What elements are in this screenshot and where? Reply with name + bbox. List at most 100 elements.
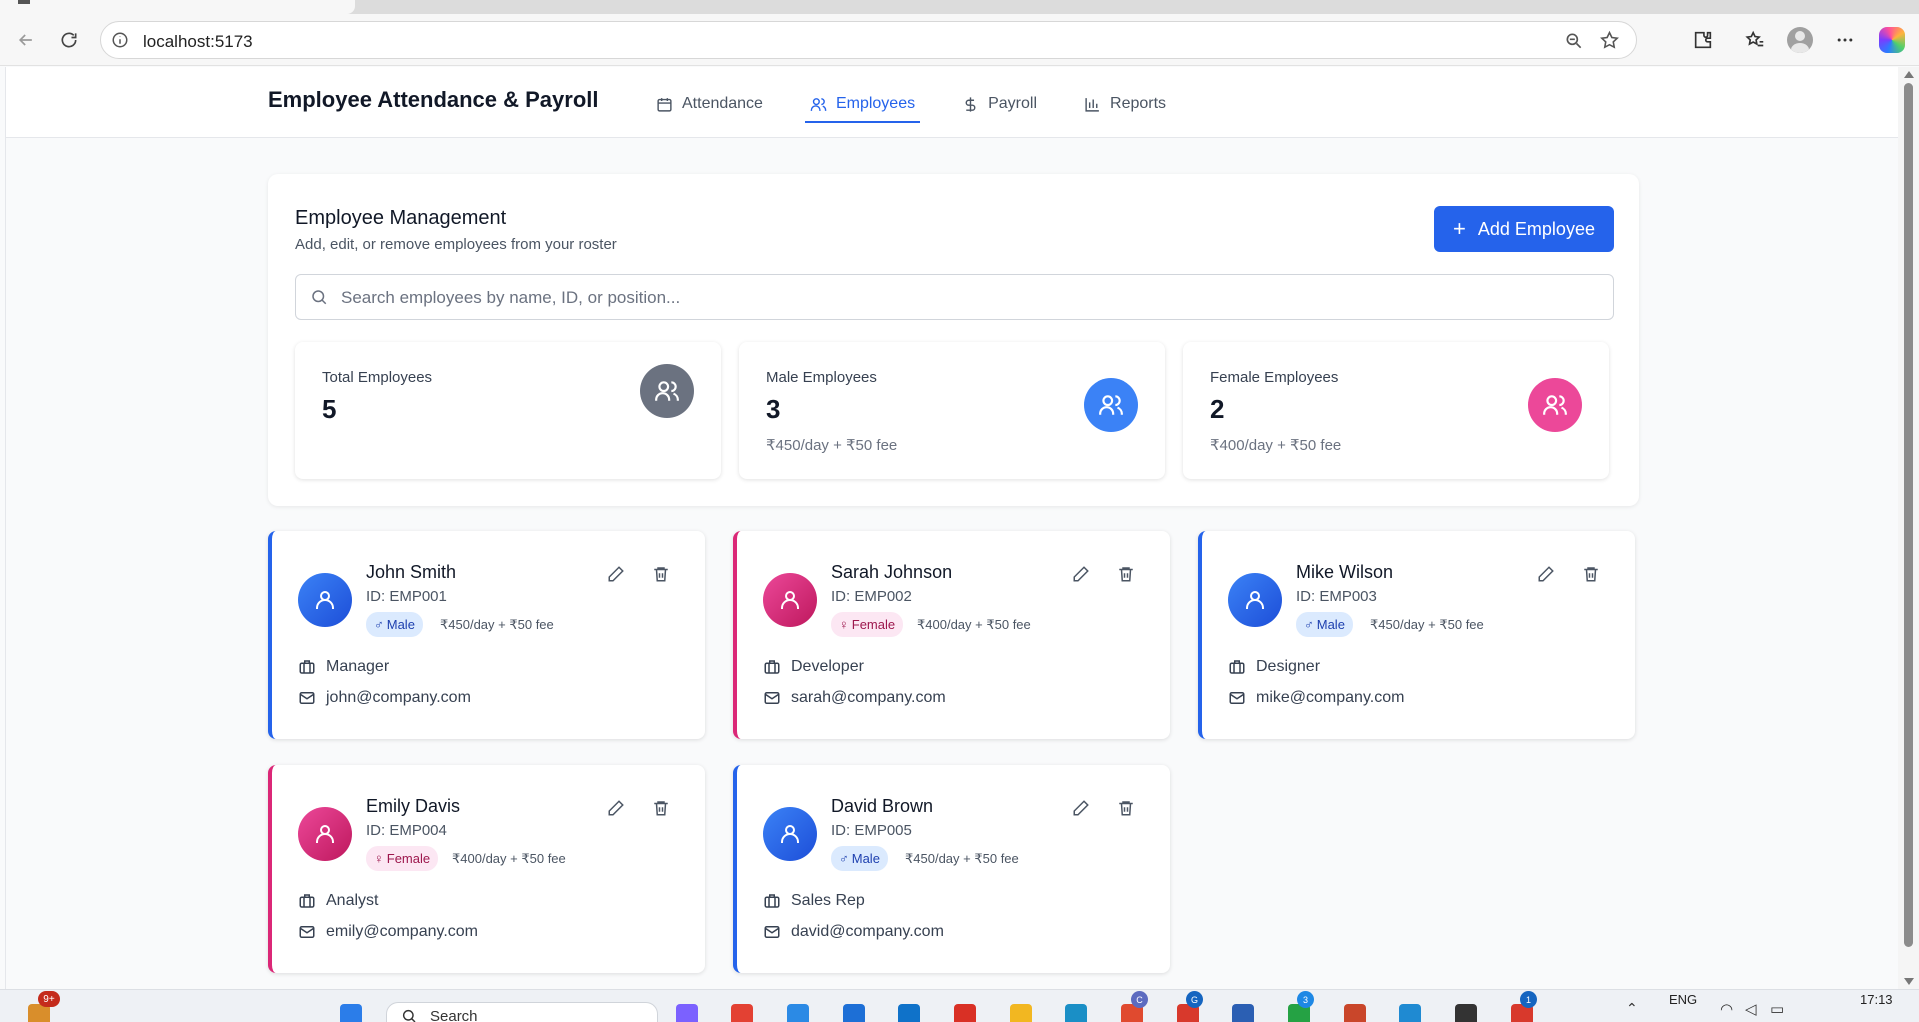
page-viewport: Employee Attendance & Payroll Attendance… xyxy=(5,67,1898,989)
nav-employees-label: Employees xyxy=(835,95,916,112)
edge-icon[interactable] xyxy=(1065,1004,1087,1022)
employee-email: david@company.com xyxy=(763,923,944,941)
battery-icon[interactable]: ▭ xyxy=(1770,1000,1784,1018)
employee-card[interactable]: Sarah Johnson ID: EMP002 ♀ Female ₹400/da… xyxy=(733,531,1170,739)
tab-favicon xyxy=(18,0,30,4)
user-avatar-icon xyxy=(298,573,352,627)
gender-badge: ♂ Male xyxy=(366,612,423,637)
url-text[interactable]: localhost:5173 xyxy=(143,32,253,52)
employee-position: Manager xyxy=(298,658,389,676)
delete-icon[interactable] xyxy=(652,565,670,588)
add-employee-button[interactable]: + Add Employee xyxy=(1434,206,1614,252)
stat-male-employees: Male Employees 3 ₹450/day + ₹50 fee xyxy=(739,342,1165,479)
gender-badge: ♂ Male xyxy=(1296,612,1353,637)
edit-icon[interactable] xyxy=(1072,799,1090,822)
scroll-up-icon[interactable] xyxy=(1904,71,1914,78)
search-icon xyxy=(402,1009,416,1022)
zoom-out-icon[interactable] xyxy=(1564,31,1584,56)
employee-id: ID: EMP003 xyxy=(1296,588,1377,605)
add-employee-label: Add Employee xyxy=(1477,218,1595,239)
store-icon[interactable] xyxy=(843,1004,865,1022)
reload-icon[interactable] xyxy=(55,26,83,54)
email-label: sarah@company.com xyxy=(791,689,946,706)
copilot-icon[interactable] xyxy=(1879,27,1905,53)
volume-icon[interactable]: ◁ xyxy=(1745,1000,1757,1018)
employee-email: emily@company.com xyxy=(298,923,478,941)
news-icon[interactable] xyxy=(898,1004,920,1022)
chrome-icon[interactable] xyxy=(731,1004,753,1022)
favorite-star-icon[interactable] xyxy=(1599,30,1620,56)
email-label: john@company.com xyxy=(326,689,471,706)
delete-icon[interactable] xyxy=(1117,565,1135,588)
delete-icon[interactable] xyxy=(1117,799,1135,822)
nav-payroll[interactable]: Payroll xyxy=(957,89,1042,119)
file-explorer-icon[interactable] xyxy=(1010,1004,1032,1022)
employee-id: ID: EMP001 xyxy=(366,588,447,605)
nav-attendance-label: Attendance xyxy=(682,95,763,112)
edit-icon[interactable] xyxy=(1072,565,1090,588)
briefcase-icon xyxy=(1229,660,1245,674)
gender-label: Male xyxy=(851,851,880,866)
employee-card[interactable]: David Brown ID: EMP005 ♂ Male ₹450/day + … xyxy=(733,765,1170,973)
edit-icon[interactable] xyxy=(1537,565,1555,588)
position-label: Developer xyxy=(791,658,864,675)
employee-card[interactable]: Emily Davis ID: EMP004 ♀ Female ₹400/day … xyxy=(268,765,705,973)
chrome-profile-photo-icon[interactable] xyxy=(1344,1004,1366,1022)
delete-icon[interactable] xyxy=(652,799,670,822)
address-bar[interactable]: localhost:5173 xyxy=(100,21,1637,59)
bar-chart-icon xyxy=(1085,97,1099,112)
briefcase-icon xyxy=(299,660,315,674)
employee-rate: ₹400/day + ₹50 fee xyxy=(452,851,566,866)
nav-reports[interactable]: Reports xyxy=(1079,89,1171,119)
back-icon[interactable] xyxy=(12,26,40,54)
gmail-icon[interactable] xyxy=(954,1004,976,1022)
employee-card[interactable]: John Smith ID: EMP001 ♂ Male ₹450/day + ₹… xyxy=(268,531,705,739)
profile-avatar-icon[interactable] xyxy=(1787,27,1813,53)
plus-icon: + xyxy=(1453,216,1466,241)
stat-fee: ₹450/day + ₹50 fee xyxy=(766,437,898,454)
wifi-icon[interactable]: ◠ xyxy=(1720,1000,1733,1018)
male-icon: ♂ xyxy=(1304,617,1314,632)
gender-label: Female xyxy=(386,851,431,866)
edit-icon[interactable] xyxy=(607,565,625,588)
page-scrollbar[interactable] xyxy=(1898,67,1919,989)
whatsapp-count-badge: 3 xyxy=(1297,991,1314,1008)
favorites-icon[interactable] xyxy=(1741,26,1769,54)
nav-employees[interactable]: Employees xyxy=(804,89,921,123)
profile-i-badge: 1 xyxy=(1520,991,1537,1008)
briefcase-icon xyxy=(764,894,780,908)
more-options-icon[interactable] xyxy=(1831,26,1859,54)
mail-icon xyxy=(299,692,315,704)
gender-label: Female xyxy=(851,617,896,632)
windows-start-icon[interactable] xyxy=(340,1004,362,1022)
clock-time[interactable]: 17:13 xyxy=(1860,992,1893,1007)
copilot-app-icon[interactable] xyxy=(676,1004,698,1022)
nav-payroll-label: Payroll xyxy=(988,95,1038,112)
extensions-icon[interactable] xyxy=(1689,26,1717,54)
site-info-icon[interactable] xyxy=(111,31,129,54)
gender-label: Male xyxy=(386,617,415,632)
search-input[interactable]: Search employees by name, ID, or positio… xyxy=(295,274,1614,320)
delete-icon[interactable] xyxy=(1582,565,1600,588)
edge-dev-icon[interactable] xyxy=(787,1004,809,1022)
female-icon: ♀ xyxy=(374,851,384,866)
scroll-down-icon[interactable] xyxy=(1904,978,1914,985)
scrollbar-thumb[interactable] xyxy=(1904,83,1913,947)
mail-icon xyxy=(764,692,780,704)
word-icon[interactable] xyxy=(1232,1004,1254,1022)
vscode-icon[interactable] xyxy=(1399,1004,1421,1022)
nav-attendance[interactable]: Attendance xyxy=(651,89,768,119)
edit-icon[interactable] xyxy=(607,799,625,822)
stat-total-employees: Total Employees 5 xyxy=(295,342,721,479)
employee-card[interactable]: Mike Wilson ID: EMP003 ♂ Male ₹450/day + … xyxy=(1198,531,1635,739)
taskbar-search[interactable]: Search xyxy=(386,1002,658,1022)
gender-badge: ♀ Female xyxy=(366,846,439,871)
active-tab[interactable] xyxy=(0,0,355,14)
search-placeholder: Search employees by name, ID, or positio… xyxy=(341,288,681,307)
language-indicator[interactable]: ENG xyxy=(1669,992,1697,1007)
employee-management-panel: Employee Management Add, edit, or remove… xyxy=(268,174,1639,506)
position-label: Analyst xyxy=(326,892,379,909)
panel-title: Employee Management xyxy=(295,207,507,229)
terminal-icon[interactable] xyxy=(1455,1004,1477,1022)
chevron-up-icon[interactable]: ⌃ xyxy=(1626,1000,1638,1017)
